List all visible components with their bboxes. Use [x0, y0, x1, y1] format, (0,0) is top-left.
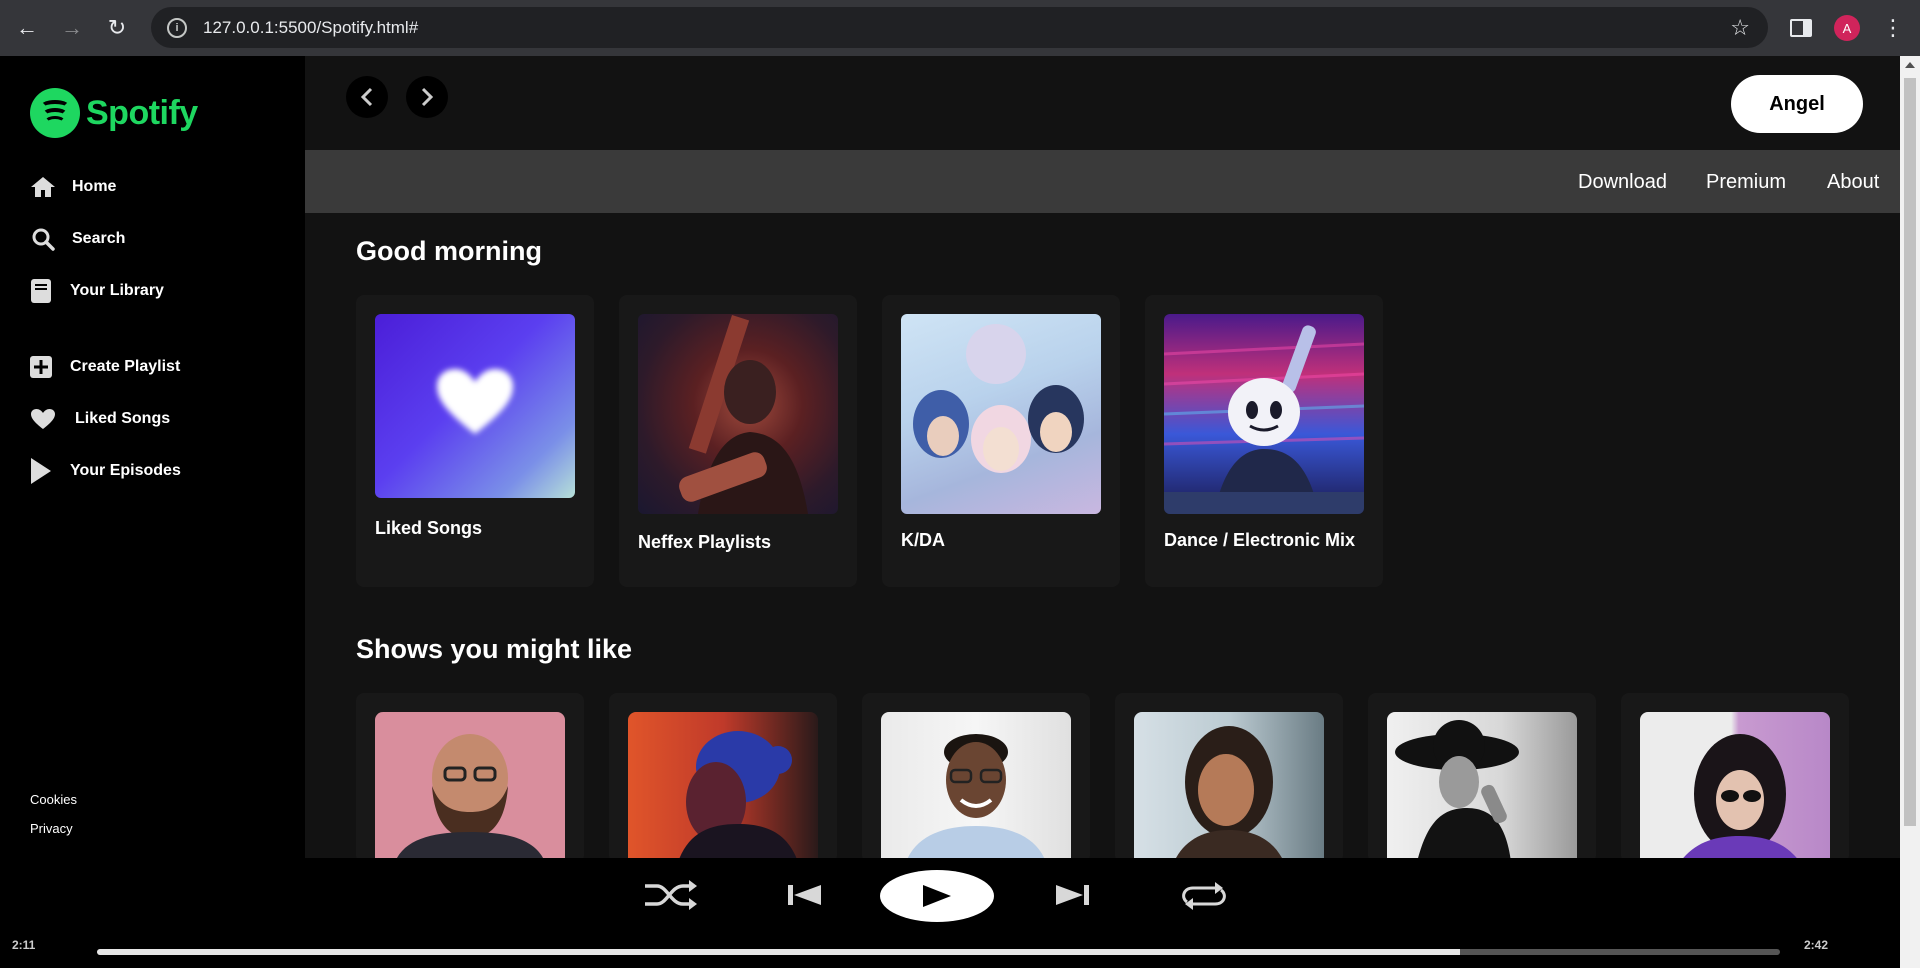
- page-scrollbar[interactable]: [1900, 56, 1920, 968]
- sidebar-item-search[interactable]: Search: [30, 226, 125, 252]
- show-cover: [1387, 712, 1577, 858]
- shuffle-button[interactable]: [643, 880, 699, 910]
- repeat-icon: [1182, 882, 1226, 910]
- progress-bar[interactable]: [97, 949, 1780, 955]
- show-cover: [1134, 712, 1324, 858]
- bookmark-star-icon[interactable]: ☆: [1730, 15, 1750, 41]
- sidebar-item-home[interactable]: Home: [30, 174, 116, 200]
- person-portrait-icon: [907, 734, 1045, 858]
- side-panel-icon[interactable]: [1790, 19, 1812, 37]
- chevron-left-icon: [360, 87, 373, 107]
- playlist-card[interactable]: Dance / Electronic Mix: [1145, 295, 1383, 587]
- show-cover: [881, 712, 1071, 858]
- play-icon: [923, 885, 951, 907]
- footer-link-cookies[interactable]: Cookies: [30, 792, 77, 807]
- progress-fill: [97, 949, 1461, 955]
- heart-icon: [437, 369, 513, 434]
- elapsed-time: 2:11: [12, 938, 36, 952]
- show-card[interactable]: [862, 693, 1090, 858]
- history-back-button[interactable]: [346, 76, 388, 118]
- browser-back-icon[interactable]: ←: [5, 6, 49, 50]
- address-url[interactable]: 127.0.0.1:5500/Spotify.html#: [203, 18, 418, 38]
- person-portrait-icon: [1683, 734, 1797, 858]
- sidebar-item-liked-songs[interactable]: Liked Songs: [30, 406, 170, 432]
- shuffle-icon: [645, 880, 697, 910]
- nav-link-download[interactable]: Download: [1578, 171, 1667, 194]
- sidebar-item-label: Your Library: [70, 282, 164, 299]
- browser-forward-icon[interactable]: →: [50, 6, 94, 50]
- footer-link-privacy[interactable]: Privacy: [30, 821, 73, 836]
- play-button[interactable]: [880, 870, 994, 922]
- spotify-logo-icon: [30, 88, 80, 138]
- sidebar-item-your-episodes[interactable]: Your Episodes: [30, 458, 181, 484]
- playlist-card[interactable]: K/DA: [882, 295, 1120, 587]
- sidebar-item-label: Create Playlist: [70, 358, 181, 375]
- liked-songs-cover: [375, 314, 575, 498]
- sidebar-item-label: Home: [72, 178, 117, 195]
- skip-previous-icon: [788, 885, 821, 905]
- history-forward-button[interactable]: [406, 76, 448, 118]
- greeting-title: Good morning: [356, 236, 542, 266]
- show-cover: [1640, 712, 1830, 858]
- group-artwork-icon: [913, 324, 1084, 473]
- scroll-up-arrow-icon[interactable]: [1905, 62, 1915, 68]
- card-title: Dance / Electronic Mix: [1164, 530, 1356, 550]
- card-title: Neffex Playlists: [638, 532, 772, 552]
- library-icon: [30, 278, 52, 304]
- show-card[interactable]: [1115, 693, 1343, 858]
- show-cover: [628, 712, 818, 858]
- nav-link-premium[interactable]: Premium: [1706, 171, 1786, 194]
- show-card[interactable]: [609, 693, 837, 858]
- search-icon: [30, 226, 56, 252]
- show-card[interactable]: [356, 693, 584, 858]
- plus-square-icon: [30, 354, 52, 380]
- person-portrait-icon: [679, 731, 797, 858]
- top-links-bar: Download Premium About: [305, 150, 1900, 213]
- play-triangle-icon: [30, 458, 52, 484]
- person-portrait-icon: [397, 734, 543, 858]
- sidebar-item-library[interactable]: Your Library: [30, 278, 164, 304]
- repeat-button[interactable]: [1179, 882, 1229, 910]
- card-title: K/DA: [901, 530, 945, 550]
- browser-reload-icon[interactable]: ↻: [95, 6, 139, 50]
- sidebar-item-label: Search: [72, 230, 126, 247]
- player-bar: 2:11 2:42: [0, 858, 1900, 968]
- playlist-card[interactable]: Liked Songs: [356, 295, 594, 587]
- heart-icon: [30, 406, 56, 432]
- site-info-icon[interactable]: i: [167, 17, 187, 38]
- show-card[interactable]: [1621, 693, 1849, 858]
- artist-silhouette-icon: [679, 314, 808, 514]
- browser-toolbar: ← → ↻ i 127.0.0.1:5500/Spotify.html# ☆ A…: [0, 0, 1920, 56]
- user-button[interactable]: Angel: [1731, 75, 1863, 133]
- logo-text: Spotify: [86, 93, 198, 132]
- kda-cover: [901, 314, 1101, 514]
- dance-electronic-cover: [1164, 314, 1364, 514]
- card-title: Liked Songs: [375, 518, 483, 538]
- nav-link-about[interactable]: About: [1827, 171, 1879, 194]
- person-portrait-icon: [1395, 720, 1519, 858]
- next-button[interactable]: [1055, 884, 1089, 906]
- spotify-logo[interactable]: Spotify: [30, 88, 198, 138]
- sidebar-item-create-playlist[interactable]: Create Playlist: [30, 354, 180, 380]
- show-cover: [375, 712, 565, 858]
- dj-artwork-icon: [1164, 325, 1364, 514]
- previous-button[interactable]: [788, 884, 822, 906]
- skip-next-icon: [1056, 885, 1089, 905]
- main-content: Angel Download Premium About Good mornin…: [305, 56, 1900, 858]
- duration-time: 2:42: [1804, 938, 1829, 952]
- neffex-cover: [638, 314, 838, 514]
- shows-section-title: Shows you might like: [356, 634, 633, 664]
- chevron-right-icon: [421, 87, 434, 107]
- show-card[interactable]: [1368, 693, 1596, 858]
- browser-menu-icon[interactable]: ⋮: [1882, 14, 1904, 42]
- sidebar-item-label: Your Episodes: [70, 462, 181, 479]
- scroll-thumb[interactable]: [1904, 78, 1916, 826]
- address-bar[interactable]: i 127.0.0.1:5500/Spotify.html# ☆: [151, 7, 1768, 48]
- sidebar-item-label: Liked Songs: [75, 410, 171, 427]
- person-portrait-icon: [1176, 726, 1282, 858]
- sidebar: Spotify Home Search Your Library Create …: [0, 56, 305, 858]
- home-icon: [30, 174, 56, 200]
- playlist-card[interactable]: Neffex Playlists: [619, 295, 857, 587]
- profile-avatar[interactable]: A: [1834, 15, 1860, 41]
